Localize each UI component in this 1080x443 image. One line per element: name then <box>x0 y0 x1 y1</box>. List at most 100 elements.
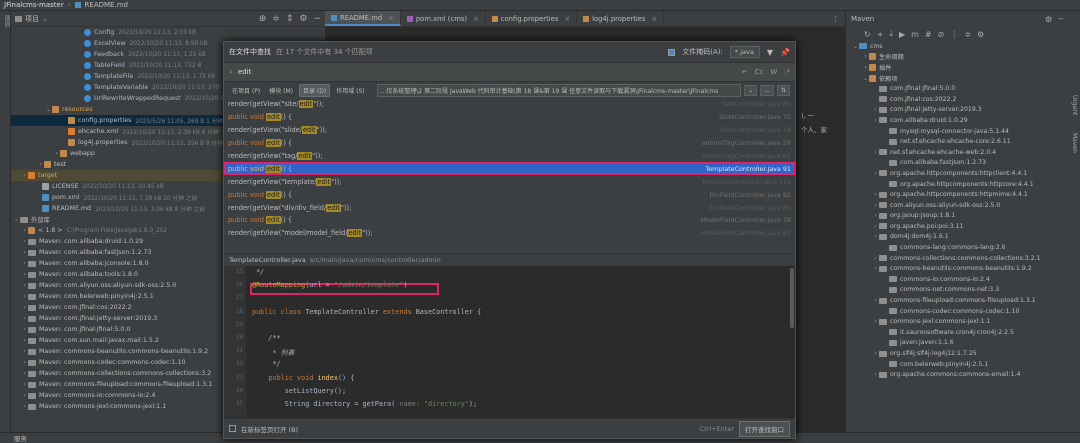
expand-icon[interactable]: ⇕ <box>286 14 294 24</box>
maven-tree-row[interactable]: commons-codec:commons-codec:1.10 <box>846 306 1069 317</box>
maven-tree-row[interactable]: › dom4j:dom4j:1.6.1 <box>846 232 1069 243</box>
maven-tree-row[interactable]: com.jfinal:cos:2022.2 <box>846 94 1069 105</box>
expand-arrow-icon[interactable]: › <box>37 161 44 168</box>
editor-tab[interactable]: README.md × <box>325 11 401 26</box>
hide-icon[interactable]: − <box>1058 15 1064 23</box>
result-row[interactable]: render(getView("div/div_field/edit")); Di… <box>224 201 795 214</box>
open-find-window-button[interactable]: 打开查找窗口 <box>739 420 790 437</box>
project-panel-title[interactable]: 项目 <box>25 14 39 24</box>
maven-tree-row[interactable]: javen:javen:1.1.6 <box>846 338 1069 349</box>
result-row[interactable]: public void edit() {admin\TagController.… <box>224 137 795 150</box>
expand-arrow-icon[interactable]: › <box>862 64 869 71</box>
show-deps-icon[interactable]: ⋮ <box>950 30 958 39</box>
collapse-icon[interactable]: ≑ <box>272 14 280 24</box>
expand-arrow-icon[interactable]: › <box>872 350 879 357</box>
expand-arrow-icon[interactable]: › <box>21 238 28 245</box>
directory-dropdown[interactable]: ⌄ <box>744 84 758 96</box>
services-button[interactable]: 服务 <box>14 433 27 443</box>
maven-tree-row[interactable]: › com.jfinal:jetty-server:2019.3 <box>846 105 1069 116</box>
maven-tree-row[interactable]: ⌄ cms <box>846 41 1069 52</box>
maven-tree-row[interactable]: › commons-fileupload:commons-fileupload:1… <box>846 295 1069 306</box>
maven-tree-row[interactable]: › commons-jexl:commons-jexl:1.1 <box>846 316 1069 327</box>
filter-icon[interactable]: ▼ <box>767 48 773 57</box>
browse-button[interactable]: ... <box>760 84 774 96</box>
expand-arrow-icon[interactable]: › <box>21 304 28 311</box>
expand-arrow-icon[interactable]: › <box>21 337 28 344</box>
expand-arrow-icon[interactable]: › <box>21 403 28 410</box>
expand-arrow-icon[interactable]: › <box>872 297 879 304</box>
maven-tree-row[interactable]: com.alibaba:fastjson:1.2.73 <box>846 158 1069 169</box>
maven-tree-row[interactable]: › com.alibaba:druid:1.0.29 <box>846 115 1069 126</box>
expand-arrow-icon[interactable]: › <box>872 265 879 272</box>
match-case-toggle[interactable]: Cc <box>755 68 764 76</box>
maven-tree-row[interactable]: › com.aliyun.oss:aliyun-sdk-oss:2.5.0 <box>846 200 1069 211</box>
editor-tab[interactable]: log4j.properties × <box>577 11 665 26</box>
expand-arrow-icon[interactable]: › <box>872 117 879 124</box>
expand-arrow-icon[interactable]: › <box>872 255 879 262</box>
new-tab-checkbox[interactable] <box>229 425 236 432</box>
maven-tree-row[interactable]: › net.sf.ehcache:ehcache-web:2.0.4 <box>846 147 1069 158</box>
result-row[interactable]: public void edit() {SlideController.java… <box>224 111 795 124</box>
tab-overflow-icon[interactable]: ⋮ <box>832 15 839 23</box>
close-icon[interactable]: × <box>473 15 479 23</box>
maven-tree-row[interactable]: › commons-collections:commons-collections… <box>846 253 1069 264</box>
result-row[interactable]: render(getView("slide/edit")); SlideContr… <box>224 124 795 137</box>
code-preview[interactable]: 25 26 27 28 29 30 31 32 33 34 35 */ @RouteMapping(u… <box>224 266 795 418</box>
expand-arrow-icon[interactable]: › <box>21 172 28 179</box>
expand-arrow-icon[interactable]: › <box>21 370 28 377</box>
expand-arrow-icon[interactable]: › <box>872 318 879 325</box>
expand-arrow-icon[interactable]: › <box>21 392 28 399</box>
expand-arrow-icon[interactable]: › <box>53 150 60 157</box>
result-row[interactable]: render(getView("site/edit")); SiteControl… <box>224 98 795 111</box>
scope-project-button[interactable]: 在项目 (P) <box>229 85 263 96</box>
result-row[interactable]: render(getView("template/edit")); Templat… <box>224 175 795 188</box>
maven-tree-row[interactable]: org.apache.httpcomponents:httpcore:4.4.1 <box>846 179 1069 190</box>
maven-tree-row[interactable]: › org.jsoup:jsoup:1.8.1 <box>846 211 1069 222</box>
expand-arrow-icon[interactable]: › <box>21 249 28 256</box>
expand-arrow-icon[interactable]: › <box>21 315 28 322</box>
maven-tree-row[interactable]: › org.apache.poi:poi:3.11 <box>846 221 1069 232</box>
expand-arrow-icon[interactable]: › <box>872 233 879 240</box>
maven-tool-window-button[interactable]: Maven <box>1071 133 1078 153</box>
close-icon[interactable]: × <box>388 14 394 22</box>
search-input[interactable]: edit <box>238 68 737 76</box>
editor-tab[interactable]: config.properties × <box>486 11 578 26</box>
file-mask-checkbox[interactable] <box>668 48 676 56</box>
project-tool-window-button[interactable]: 项目 <box>2 15 11 27</box>
hide-icon[interactable]: − <box>313 14 321 24</box>
expand-arrow-icon[interactable]: › <box>21 227 28 234</box>
scope-directory-button[interactable]: 目录 (D) <box>299 83 331 97</box>
editor-tab[interactable]: pom.xml (cms) × <box>401 11 486 26</box>
skip-tests-icon[interactable]: ⊘ <box>938 30 945 39</box>
expand-arrow-icon[interactable]: › <box>872 202 879 209</box>
maven-tree-row[interactable]: commons-lang:commons-lang:2.6 <box>846 242 1069 253</box>
expand-arrow-icon[interactable]: ⌄ <box>862 75 869 82</box>
add-icon[interactable]: + <box>877 30 884 39</box>
expand-arrow-icon[interactable]: › <box>872 170 879 177</box>
collapse-icon[interactable]: ≑ <box>964 30 971 39</box>
toggle-offline-icon[interactable]: # <box>925 30 932 39</box>
maven-tree-row[interactable]: com.belerweb:pinyin4j:2.5.1 <box>846 359 1069 370</box>
regex-toggle[interactable]: .* <box>784 68 790 76</box>
settings-icon[interactable]: ⚙ <box>977 30 984 39</box>
download-icon[interactable]: ⤓ <box>889 29 893 39</box>
reload-icon[interactable]: ↻ <box>864 30 871 39</box>
maven-tree-row[interactable]: › org.apache.httpcomponents:httpmime:4.4.… <box>846 189 1069 200</box>
maven-tree-row[interactable]: it.sauronsoftware.cron4j:cron4j:2.2.5 <box>846 327 1069 338</box>
result-row[interactable]: public void edit() {TemplateController.j… <box>224 162 795 176</box>
expand-arrow-icon[interactable]: › <box>21 282 28 289</box>
gear-icon[interactable]: ⚙ <box>1045 15 1052 24</box>
result-row[interactable]: public void edit() {ModelFieldController… <box>224 214 795 227</box>
expand-arrow-icon[interactable]: › <box>872 371 879 378</box>
result-row[interactable]: render(getView("tag/edit")); admin\TagCon… <box>224 150 795 163</box>
expand-arrow-icon[interactable]: › <box>21 271 28 278</box>
expand-arrow-icon[interactable]: › <box>862 53 869 60</box>
maven-icon[interactable]: m <box>911 30 919 39</box>
maven-tree-row[interactable]: mysql:mysql-connector-java:5.1.44 <box>846 126 1069 137</box>
scope-scope-button[interactable]: 作用域 (S) <box>333 85 367 96</box>
project-name[interactable]: JFinalcms-master <box>4 1 64 9</box>
scope-module-button[interactable]: 模块 (M) <box>266 85 296 96</box>
expand-arrow-icon[interactable]: › <box>21 348 28 355</box>
expand-arrow-icon[interactable]: › <box>21 260 28 267</box>
recursive-toggle[interactable]: ⇅ <box>776 84 790 96</box>
